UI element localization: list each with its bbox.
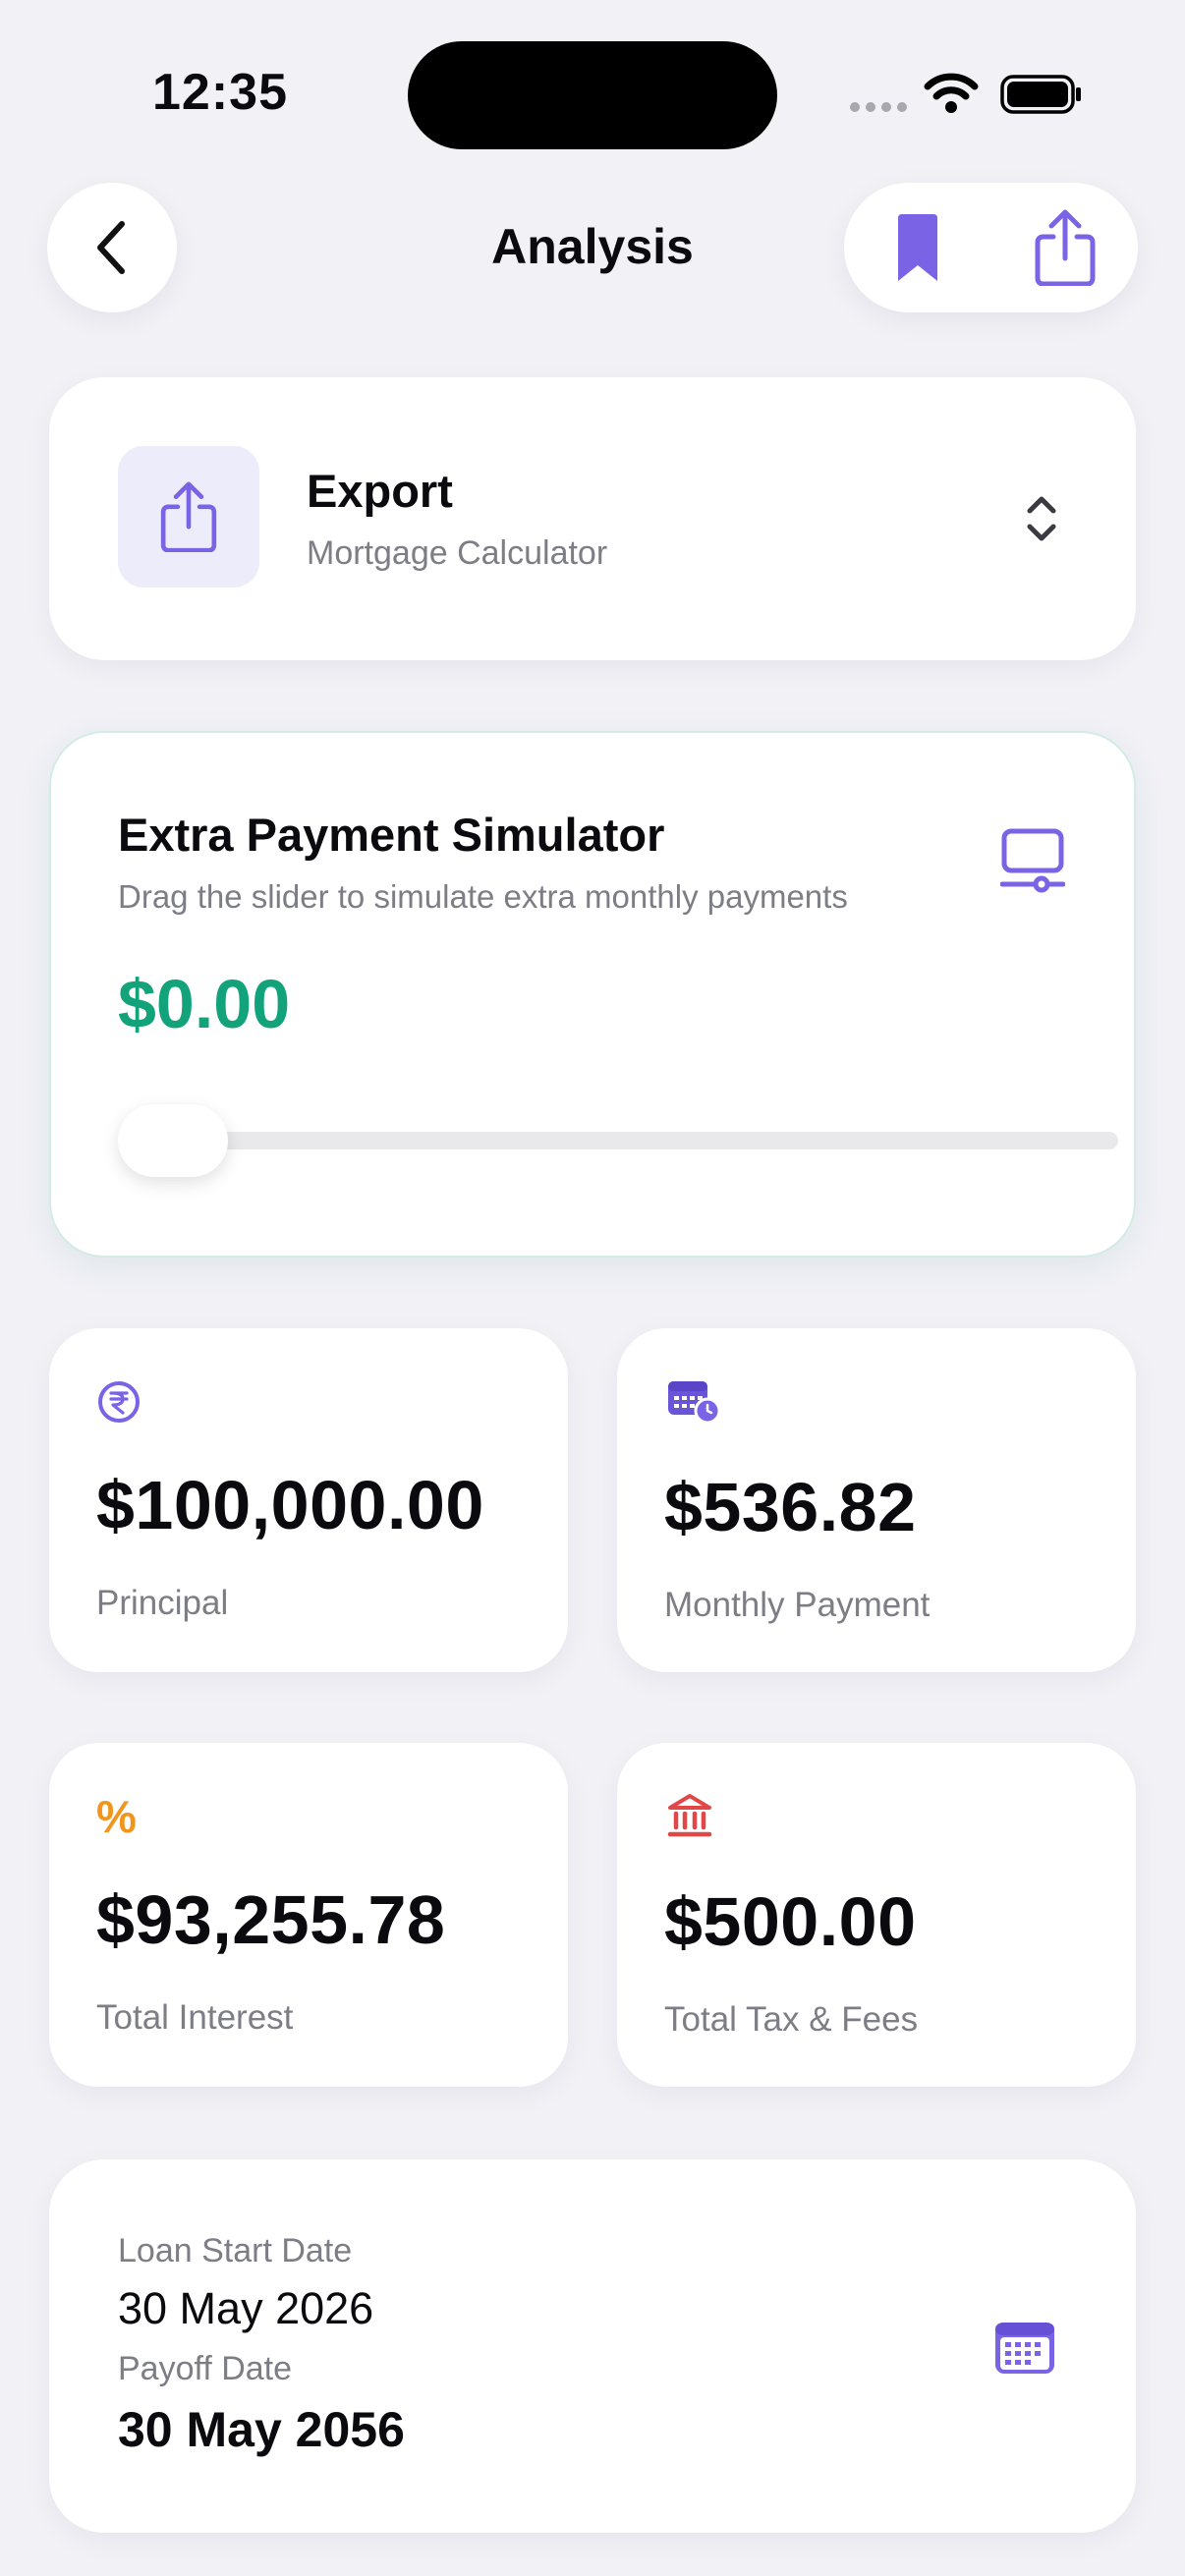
export-icon-tile xyxy=(118,446,259,588)
payoff-date-value: 30 May 2056 xyxy=(118,2402,405,2457)
share-button[interactable] xyxy=(991,183,1139,312)
calendar-clock-icon xyxy=(666,1377,721,1429)
battery-icon xyxy=(1000,73,1083,121)
monthly-payment-value: $536.82 xyxy=(664,1469,917,1545)
wifi-icon xyxy=(924,71,979,119)
export-title: Export xyxy=(307,465,453,517)
extra-payment-slider-thumb[interactable] xyxy=(118,1104,228,1177)
extra-payment-amount: $0.00 xyxy=(118,966,291,1042)
bookmark-button[interactable] xyxy=(844,183,991,312)
chevron-up-down-icon xyxy=(1024,493,1059,549)
principal-card: $100,000.00 Principal xyxy=(49,1328,568,1672)
simulator-title: Extra Payment Simulator xyxy=(118,809,665,861)
bookmark-icon xyxy=(898,214,937,281)
total-interest-value: $93,255.78 xyxy=(96,1881,446,1958)
share-icon xyxy=(160,481,217,552)
total-tax-fees-card: $500.00 Total Tax & Fees xyxy=(617,1743,1136,2087)
monthly-payment-card: $536.82 Monthly Payment xyxy=(617,1328,1136,1672)
monthly-payment-label: Monthly Payment xyxy=(664,1586,931,1624)
percent-icon: % xyxy=(96,1791,137,1842)
slider-settings-icon xyxy=(999,827,1066,899)
total-interest-label: Total Interest xyxy=(96,1998,294,2037)
export-selector[interactable]: Export Mortgage Calculator xyxy=(49,377,1136,660)
payoff-date-label: Payoff Date xyxy=(118,2350,293,2387)
export-subtitle: Mortgage Calculator xyxy=(307,534,608,572)
loan-dates-card: Loan Start Date 30 May 2026 Payoff Date … xyxy=(49,2159,1136,2533)
dynamic-island xyxy=(408,41,777,149)
extra-payment-simulator: Extra Payment Simulator Drag the slider … xyxy=(49,731,1136,1258)
cellular-signal-icon xyxy=(850,102,907,112)
calendar-icon[interactable] xyxy=(992,2317,1057,2382)
total-tax-fees-value: $500.00 xyxy=(664,1883,917,1960)
status-time: 12:35 xyxy=(152,64,288,121)
principal-value: $100,000.00 xyxy=(96,1467,484,1543)
extra-payment-slider-track[interactable] xyxy=(122,1132,1118,1149)
bank-icon xyxy=(666,1792,713,1844)
share-icon xyxy=(1035,209,1096,286)
total-tax-fees-label: Total Tax & Fees xyxy=(664,2000,919,2039)
total-interest-card: % $93,255.78 Total Interest xyxy=(49,1743,568,2087)
principal-label: Principal xyxy=(96,1584,229,1622)
header-actions xyxy=(844,183,1138,312)
simulator-subtitle: Drag the slider to simulate extra monthl… xyxy=(118,878,848,915)
loan-start-date-value: 30 May 2026 xyxy=(118,2283,374,2333)
rupee-icon xyxy=(96,1379,141,1429)
loan-start-date-label: Loan Start Date xyxy=(118,2232,353,2269)
